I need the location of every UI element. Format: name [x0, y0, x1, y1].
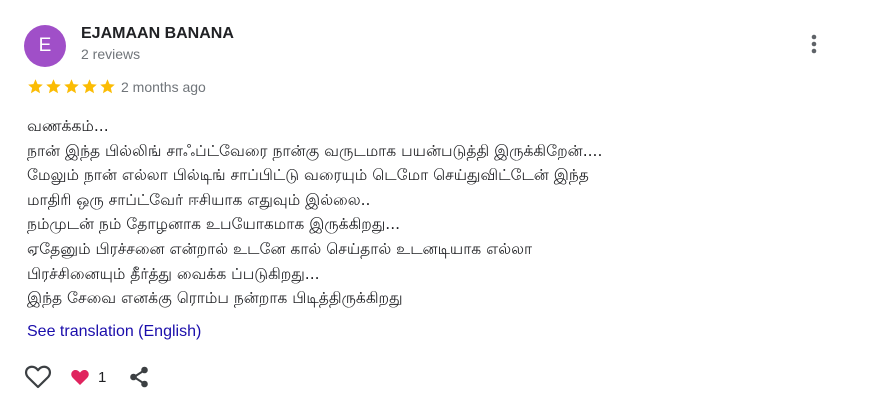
review-text-line: வணக்கம்...: [27, 117, 109, 135]
star-icon: [28, 79, 43, 94]
reaction-button[interactable]: 1: [70, 366, 106, 388]
review-text-line: மேலும் நான் எல்லா பில்டிங் சாப்பிட்டு வர…: [27, 166, 589, 185]
reviewer-review-count: 2 reviews: [81, 46, 141, 62]
like-button[interactable]: [24, 364, 52, 390]
share-button[interactable]: [128, 364, 150, 390]
review-text: வணக்கம்... நான் இந்த பில்லிங் சாஃப்ட்வேரை…: [27, 114, 827, 311]
review-date: 2 months ago: [121, 79, 206, 95]
share-icon: [130, 366, 148, 388]
reaction-count: 1: [98, 368, 107, 386]
review-text-line: நான் இந்த பில்லிங் சாஃப்ட்வேரை நான்கு வர…: [27, 141, 603, 160]
star-rating: [27, 78, 116, 96]
avatar[interactable]: E: [24, 25, 66, 67]
review-text-line: பிரச்சினையும் தீர்த்து வைக்க ப்படுகிறது.…: [27, 264, 320, 283]
reviewer-name[interactable]: EJAMAAN BANANA: [81, 25, 234, 43]
heart-outline-icon: [24, 365, 52, 389]
review-text-line: மாதிரி ஒரு சாப்ட்வேர் ஈசியாக எதுவும் இல்…: [27, 190, 371, 209]
avatar-letter: E: [38, 35, 52, 56]
more-vertical-icon: [811, 34, 817, 54]
star-icon: [46, 79, 61, 94]
star-icon: [82, 79, 97, 94]
star-icon: [64, 79, 79, 94]
heart-filled-icon: [71, 369, 89, 385]
see-translation-link[interactable]: See translation (English): [27, 323, 201, 341]
star-icon: [100, 79, 115, 94]
review-text-line: ஏதேனும் பிரச்சனை என்றால் உடனே கால் செய்த…: [27, 239, 533, 258]
review-text-line: இந்த சேவை எனக்கு ரொம்ப நன்றாக பிடித்திரு…: [27, 289, 403, 308]
review-text-line: நம்முடன் நம் தோழனாக உபயோகமாக இருக்கிறது.…: [27, 215, 401, 234]
more-options-button[interactable]: [802, 30, 826, 58]
